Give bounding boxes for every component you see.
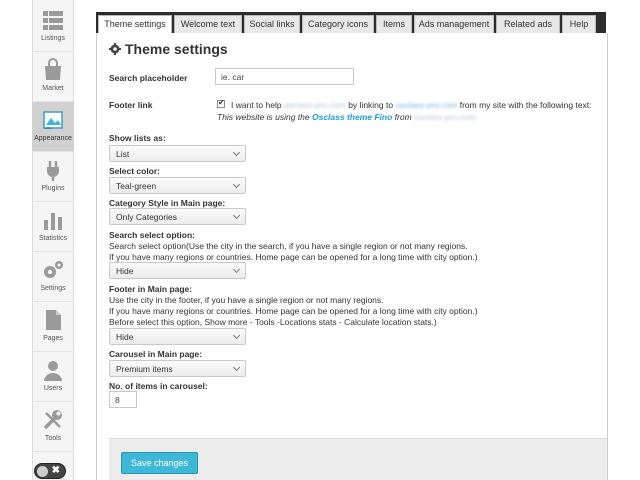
tab-related-ads[interactable]: Related ads [496,15,560,34]
footer-link-checkbox[interactable] [217,98,225,108]
tab-items[interactable]: Items [376,15,412,34]
chevron-down-icon [232,148,241,157]
search-select-desc-2: If you have many regions or countries. H… [109,252,478,262]
search-placeholder-input[interactable]: ie. car [215,68,354,85]
theme-settings-panel: Theme settings Search placeholder ie. ca… [96,33,608,480]
tab-help[interactable]: Help [562,15,596,34]
tab-ads-management[interactable]: Ads management [414,15,494,34]
sidebar-item-market[interactable]: Market [32,52,74,102]
select-color-value: Teal-green [116,181,157,191]
sidebar-item-label: Pages [43,335,63,342]
blurred-domain: osclass-pro.com [414,112,476,122]
show-lists-label: Show lists as: [109,133,166,143]
appearance-icon [43,111,63,129]
toggle-knob [37,466,48,477]
sidebar-item-label: Plugins [41,185,65,192]
sidebar-item-settings[interactable]: Settings [32,252,74,302]
save-changes-button[interactable]: Save changes [121,452,199,474]
footer-link-text-before: I want to help [231,100,282,110]
chevron-down-icon [232,180,241,189]
sidebar-item-label: Tools [44,435,62,442]
search-select-value: Hide [116,266,134,276]
chevron-down-icon [232,331,241,340]
sidebar-item-label: Statistics [38,235,67,242]
tab-welcome-text[interactable]: Welcome text [174,15,242,34]
admin-sidebar: Listings Market Appearance Plugins Stati… [0,0,100,480]
select-color-label: Select color: [109,166,161,176]
footer-main-desc-1: Use the city in the footer, if you have … [109,295,384,305]
sidebar-item-statistics[interactable]: Statistics [32,202,74,252]
search-select-label: Search select option: [109,230,195,240]
footer-link-preview: This website is using the Osclass theme … [217,112,476,122]
bar-chart-icon [44,213,62,230]
tools-icon [43,410,62,430]
gear-icon [109,43,121,55]
show-lists-value: List [116,149,130,159]
market-bag-icon [45,58,61,80]
footer-link-label: Footer link [109,100,153,110]
listings-icon [43,11,63,30]
plug-icon [47,161,59,181]
sidebar-item-appearance[interactable]: Appearance [32,102,74,152]
carousel-select[interactable]: Premium items [109,360,246,377]
carousel-value: Premium items [116,364,173,374]
sidebar-item-tools[interactable]: Tools [32,402,74,452]
tab-category-icons[interactable]: Category icons [302,15,374,34]
footer-link-text-mid: by linking to [348,100,394,110]
sidebar-item-plugins[interactable]: Plugins [32,152,74,202]
preview-text: This website is using the [217,112,310,122]
search-placeholder-label: Search placeholder [109,73,188,83]
category-style-value: Only Categories [116,212,177,222]
footer-link-text-after: from my site with the following text: [459,100,592,110]
sidebar-item-label: Listings [41,35,65,42]
sidebar-item-label: Market [42,85,64,92]
page-title: Theme settings [109,41,228,57]
close-icon: ✖ [51,465,60,476]
show-lists-select[interactable]: List [109,145,246,162]
blurred-link[interactable]: osclass-pro.com [395,100,457,110]
sidebar-collapse-toggle[interactable]: ✖ [34,463,66,479]
category-style-label: Category Style in Main page: [109,198,226,208]
sidebar-item-pages[interactable]: Pages [32,302,74,352]
footer-main-desc-2: If you have many regions or countries. H… [109,306,478,316]
preview-text-from: from [394,112,412,122]
chevron-down-icon [232,265,241,274]
chevron-down-icon [232,211,241,220]
footer-main-value: Hide [116,332,134,342]
sidebar-item-label: Users [43,385,63,392]
sidebar-item-users[interactable]: Users [32,352,74,402]
footer-main-label: Footer in Main page: [109,284,193,294]
select-color-select[interactable]: Teal-green [109,177,246,194]
theme-brand-link[interactable]: Osclass theme Fino [312,112,392,122]
user-icon [44,361,62,381]
page-title-text: Theme settings [125,41,228,57]
chevron-down-icon [232,363,241,372]
tab-social-links[interactable]: Social links [244,15,300,34]
gears-icon [44,261,63,278]
carousel-label: Carousel in Main page: [109,349,203,359]
footer-main-select[interactable]: Hide [109,328,246,345]
settings-tabs: Theme settings Welcome text Social links… [96,12,640,35]
carousel-count-label: No. of items in carousel: [109,381,208,391]
search-select-select[interactable]: Hide [109,262,246,279]
carousel-count-input[interactable]: 8 [109,391,137,408]
sidebar-item-listings[interactable]: Listings [32,2,74,52]
blurred-domain: osclass-pro.com [283,100,346,110]
sidebar-item-label: Settings [40,285,66,292]
form-actions-bar: Save changes [109,438,607,480]
footer-link-text: I want to help osclass-pro.com by linkin… [231,100,592,110]
tab-theme-settings[interactable]: Theme settings [98,15,172,35]
pages-icon [46,310,61,330]
sidebar-item-label: Appearance [34,135,72,142]
footer-main-desc-3: Before select this option, Show more - T… [109,317,437,327]
search-select-desc-1: Search select option(Use the city in the… [109,241,468,251]
category-style-select[interactable]: Only Categories [109,208,246,225]
